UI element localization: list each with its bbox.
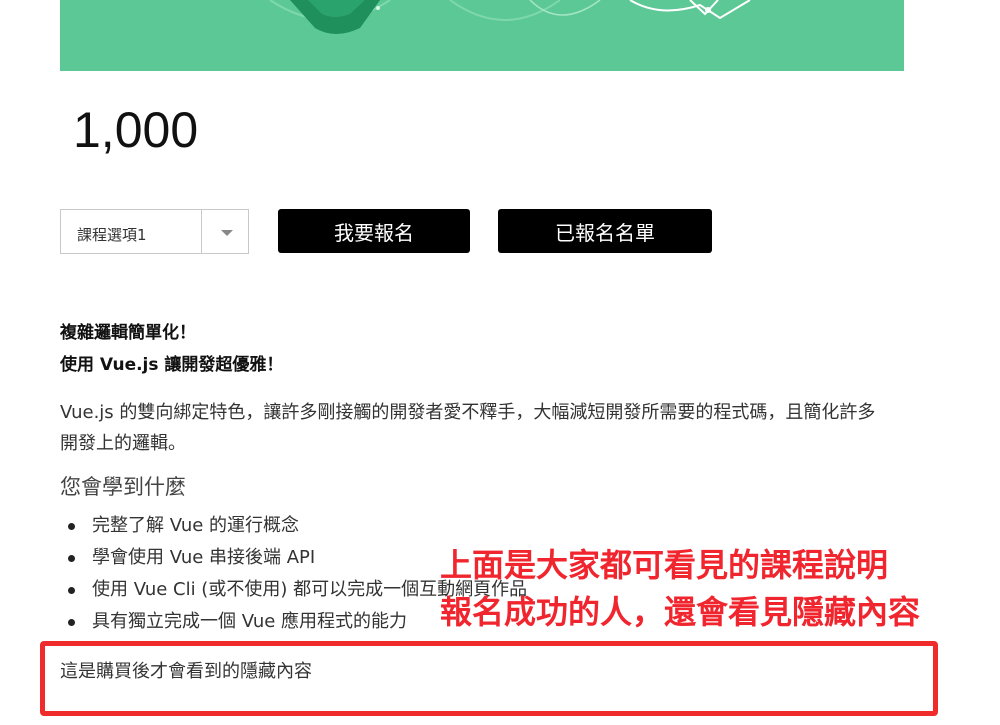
course-headline: 複雜邏輯簡單化！ (60, 323, 196, 343)
hidden-content-text: 這是購買後才會看到的隱藏內容 (60, 661, 312, 682)
banner-illustration (269, 0, 751, 34)
course-description: Vue.js 的雙向綁定特色，讓許多剛接觸的開發者愛不釋手，大幅減短開發所需要的… (60, 402, 876, 454)
course-price: 1,000 (73, 102, 199, 158)
course-option-select[interactable]: 課程選項1 (60, 209, 249, 254)
list-item: 完整了解 Vue 的運行概念 (60, 510, 527, 542)
course-option-value: 課程選項1 (77, 226, 147, 244)
select-divider (201, 210, 202, 253)
enrolled-list-button[interactable]: 已報名名單 (498, 209, 712, 253)
chevron-down-icon[interactable] (221, 230, 233, 236)
course-subheadline: 使用 Vue.js 讓開發超優雅！ (60, 355, 284, 375)
course-banner-image (60, 0, 904, 71)
annotation-hidden-content: 報名成功的人，還會看見隱藏內容 (440, 593, 921, 631)
annotation-public-description: 上面是大家都可看見的課程說明 (440, 546, 889, 584)
enroll-button[interactable]: 我要報名 (278, 209, 470, 253)
learn-section-title: 您會學到什麼 (60, 475, 186, 499)
